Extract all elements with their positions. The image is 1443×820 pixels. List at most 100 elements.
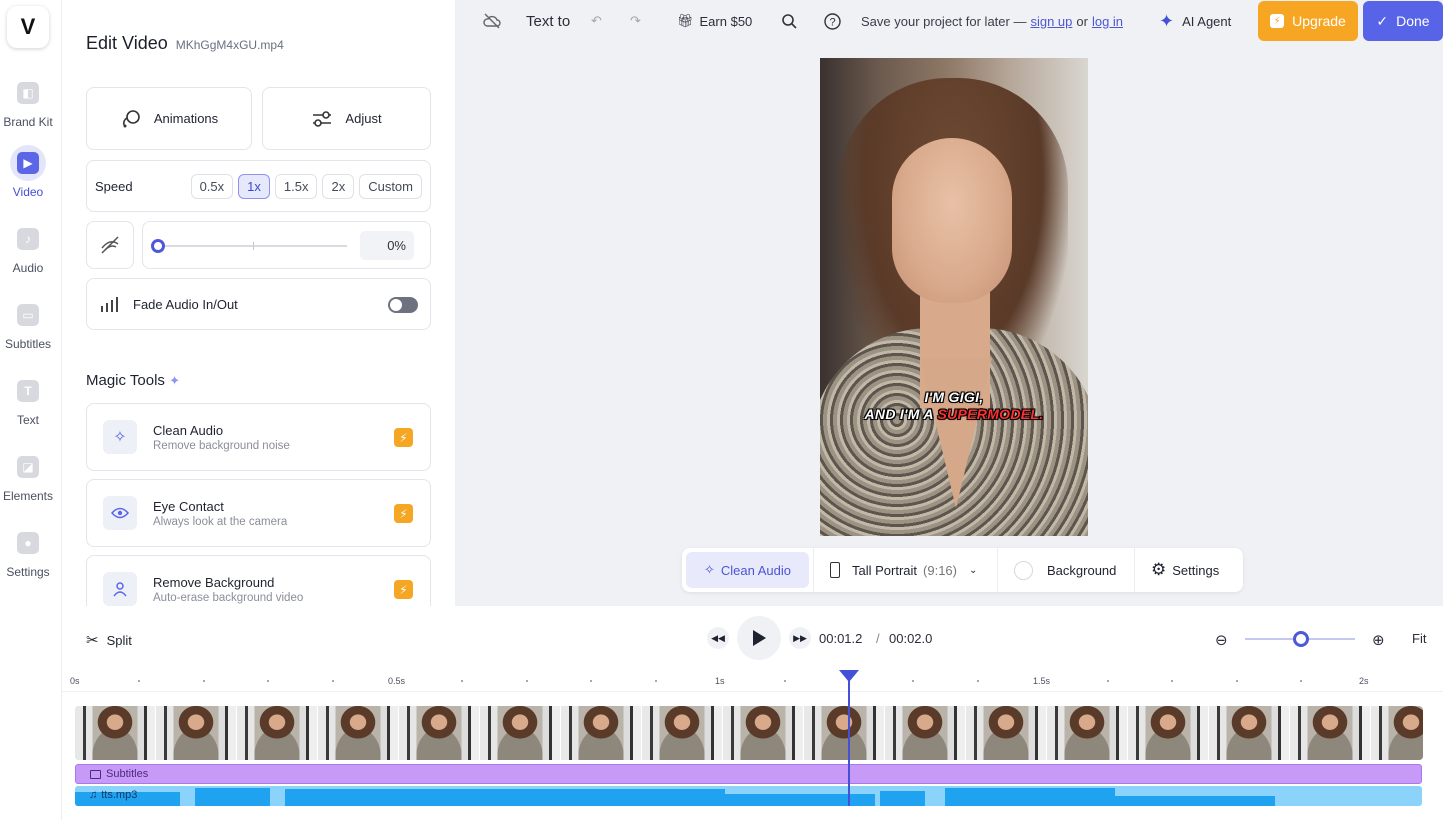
ai-agent-button[interactable]: ✦ AI Agent	[1159, 0, 1231, 42]
rail-label: Brand Kit	[3, 115, 53, 129]
volume-slider-midmark	[253, 242, 254, 250]
magic-tools-heading: Magic Tools ✦	[86, 372, 180, 389]
speed-option-0-5x[interactable]: 0.5x	[190, 173, 234, 199]
subtitle-line-1[interactable]: I'M GIGI,	[820, 389, 1088, 405]
timeline: ✂ Split ◀◀ ▶▶ 00:01.2 / 00:02.0 ⊖ ⊕ Fit …	[62, 606, 1443, 820]
volume-slider-handle[interactable]	[151, 239, 165, 253]
volume-slider-track[interactable]	[157, 245, 347, 247]
person-cutout-icon	[103, 572, 137, 606]
video-thumbnail	[399, 706, 480, 760]
speed-option-2x[interactable]: 2x	[322, 173, 355, 199]
fade-audio-toggle[interactable]	[388, 297, 418, 313]
volume-muted-icon	[101, 236, 119, 254]
magic-tools-title: Magic Tools	[86, 372, 165, 389]
tool-title: Eye Contact	[153, 498, 224, 514]
clean-audio-button[interactable]: ✧ Clean Audio	[686, 552, 809, 588]
rail-label: Text	[16, 413, 39, 427]
animations-icon	[122, 109, 140, 127]
panel-filename: MKhGgM4xGU.mp4	[175, 38, 284, 52]
tool-eye-contact[interactable]: Eye Contact Always look at the camera ⚡	[86, 479, 431, 547]
rail-item-text[interactable]: T Text	[0, 373, 56, 427]
redo-icon[interactable]: ↷	[630, 0, 641, 42]
video-thumbnail	[237, 706, 318, 760]
current-time: 00:01.2	[819, 631, 863, 646]
video-thumbnail	[1209, 706, 1290, 760]
aspect-label: Tall Portrait	[852, 562, 918, 578]
zoom-slider-handle[interactable]	[1293, 631, 1309, 647]
video-preview[interactable]: I'M GIGI, AND I'M A SUPERMODEL.	[820, 58, 1088, 536]
speed-option-1x[interactable]: 1x	[238, 173, 270, 199]
undo-icon[interactable]: ↶	[591, 0, 602, 42]
video-thumbnail	[75, 706, 156, 760]
time-separator: /	[876, 631, 880, 646]
save-prompt-text: Save your project for later —	[861, 13, 1027, 29]
waveform-segment	[285, 789, 725, 806]
video-thumbnail	[561, 706, 642, 760]
upgrade-button[interactable]: ⚡ Upgrade	[1258, 1, 1358, 41]
upgrade-label: Upgrade	[1292, 13, 1346, 29]
rail-item-video[interactable]: ▶ Video	[0, 145, 56, 199]
ruler-label: 0s	[70, 676, 80, 686]
speed-control: Speed 0.5x 1x 1.5x 2x Custom	[86, 160, 431, 212]
speed-option-1-5x[interactable]: 1.5x	[274, 173, 318, 199]
project-name[interactable]: Text to	[526, 0, 570, 42]
mute-button[interactable]	[86, 221, 134, 269]
video-thumbnail	[966, 706, 1047, 760]
split-button[interactable]: ✂ Split	[86, 631, 132, 649]
rail-item-subtitles[interactable]: ▭ Subtitles	[0, 297, 56, 351]
volume-value-input[interactable]: 0%	[360, 231, 414, 260]
background-button[interactable]: Background	[1014, 552, 1116, 588]
cloud-offline-icon[interactable]	[483, 0, 501, 42]
zoom-in-icon[interactable]: ⊕	[1372, 631, 1385, 649]
audio-levels-icon	[101, 297, 118, 312]
video-thumbnail	[885, 706, 966, 760]
animations-button[interactable]: Animations	[86, 87, 252, 150]
scissors-icon: ✂	[86, 632, 99, 649]
log-in-link[interactable]: log in	[1092, 14, 1123, 29]
fade-audio-label: Fade Audio In/Out	[133, 296, 238, 312]
done-label: Done	[1396, 13, 1430, 29]
earn-button[interactable]: 🎁︎ Earn $50	[677, 0, 752, 42]
settings-label: Settings	[1172, 562, 1220, 578]
top-bar: Text to ↶ ↷ 🎁︎ Earn $50 ? Save your proj…	[455, 0, 1443, 42]
help-icon[interactable]: ?	[824, 0, 841, 42]
timeline-ruler[interactable]: 0s 0.5s 1s 1.5s 2s	[62, 668, 1443, 692]
speed-option-custom[interactable]: Custom	[359, 173, 422, 199]
play-button[interactable]	[737, 616, 781, 660]
rail-label: Settings	[6, 565, 50, 579]
rail-item-brand-kit[interactable]: ◧ Brand Kit	[0, 75, 56, 129]
search-icon[interactable]	[781, 0, 797, 42]
app-logo[interactable]: V	[7, 6, 49, 48]
rail-label: Elements	[2, 489, 54, 503]
video-thumbnail	[1371, 706, 1423, 760]
divider	[813, 548, 814, 592]
subtitles-track[interactable]: Subtitles	[75, 764, 1422, 784]
divider	[1134, 548, 1135, 592]
video-track[interactable]	[75, 706, 1423, 760]
done-button[interactable]: ✓ Done	[1363, 1, 1443, 41]
tool-clean-audio[interactable]: ✧ Clean Audio Remove background noise ⚡	[86, 403, 431, 471]
adjust-button[interactable]: Adjust	[262, 87, 431, 150]
video-settings-button[interactable]: ⚙ Settings	[1151, 552, 1219, 588]
zoom-out-icon[interactable]: ⊖	[1215, 631, 1228, 649]
video-toolbar: ✧ Clean Audio Tall Portrait (9:16) ⌄ Bac…	[682, 548, 1243, 592]
rail-label: Subtitles	[4, 337, 52, 351]
edit-video-panel: Edit Video MKhGgM4xGU.mp4 Animations Adj…	[62, 0, 455, 623]
playhead[interactable]	[839, 670, 859, 806]
audio-track-label: tts.mp3	[101, 789, 138, 801]
rewind-icon[interactable]: ◀◀	[707, 627, 729, 649]
tool-title: Clean Audio	[153, 422, 224, 438]
audio-track[interactable]: ♫ tts.mp3	[75, 786, 1422, 806]
video-thumbnail	[642, 706, 723, 760]
rail-item-audio[interactable]: ♪ Audio	[0, 221, 56, 275]
fit-button[interactable]: Fit	[1412, 631, 1426, 646]
rail-item-settings[interactable]: ● Settings	[0, 525, 56, 579]
music-note-icon: ♫	[89, 789, 98, 801]
rail-item-elements[interactable]: ◪ Elements	[0, 449, 56, 503]
sign-up-link[interactable]: sign up	[1030, 14, 1072, 29]
video-frame-face	[892, 138, 1012, 303]
fast-forward-icon[interactable]: ▶▶	[789, 627, 811, 649]
aspect-ratio-dropdown[interactable]: Tall Portrait (9:16) ⌄	[830, 552, 977, 588]
waveform-segment	[945, 788, 1115, 806]
subtitle-line-2[interactable]: AND I'M A SUPERMODEL.	[820, 406, 1088, 422]
